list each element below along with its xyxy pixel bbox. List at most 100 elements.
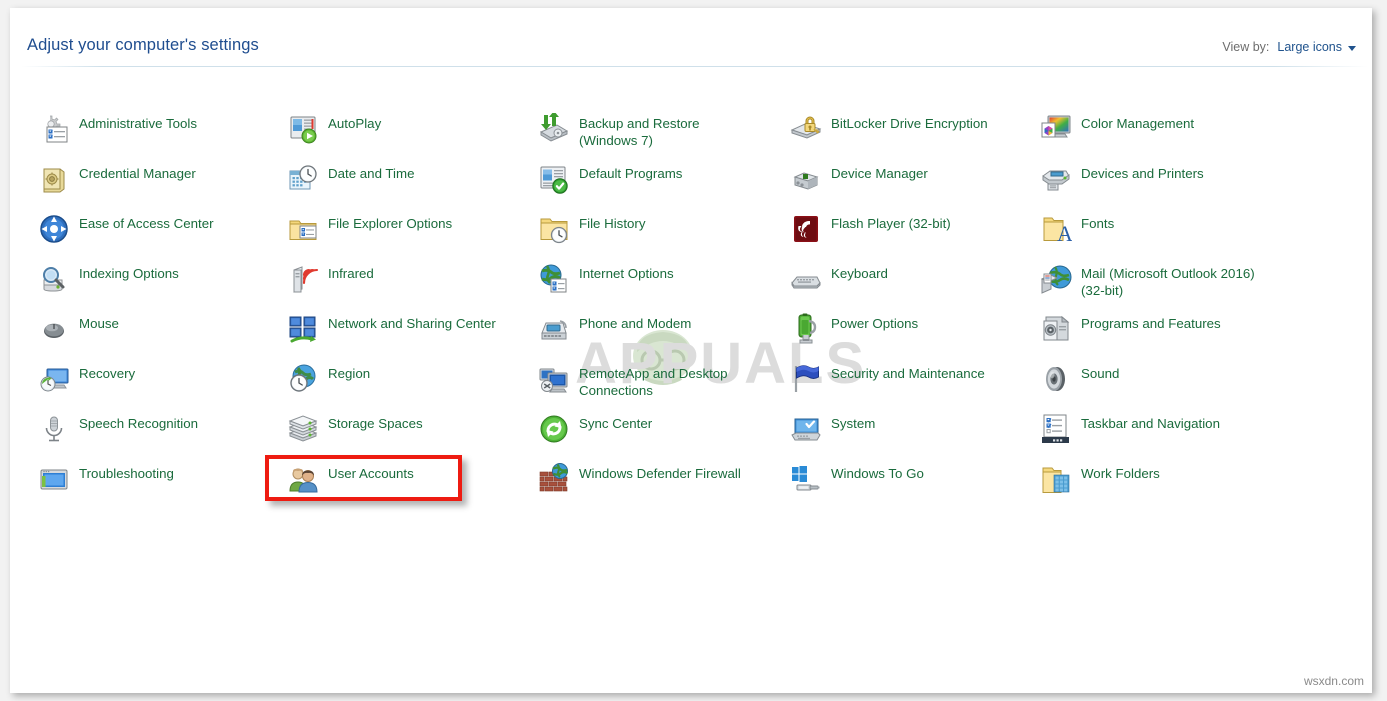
autoplay-icon [287, 113, 319, 145]
control-panel-item-label: Storage Spaces [328, 416, 423, 431]
control-panel-item-label: Network and Sharing Center [328, 316, 496, 331]
control-panel-item-credential-manager[interactable]: Credential Manager [38, 161, 196, 205]
page-title: Adjust your computer's settings [27, 36, 259, 54]
device-manager-icon [790, 163, 822, 195]
control-panel-item-work-folders[interactable]: Work Folders [1040, 461, 1160, 505]
infrared-icon [287, 263, 319, 295]
keyboard-icon [790, 263, 822, 295]
control-panel-item-network-and-sharing-center[interactable]: Network and Sharing Center [287, 311, 496, 355]
control-panel-item-troubleshooting[interactable]: Troubleshooting [38, 461, 174, 505]
backup-restore-icon [538, 113, 570, 145]
control-panel-item-label: Infrared [328, 266, 374, 281]
control-panel-item-label: File History [579, 216, 646, 231]
control-panel-header: Adjust your computer's settings View by:… [10, 8, 1372, 67]
control-panel-item-bitlocker-drive-encryption[interactable]: BitLocker Drive Encryption [790, 111, 988, 155]
color-management-icon [1040, 113, 1072, 145]
control-panel-item-label: Power Options [831, 316, 919, 331]
mouse-icon [38, 313, 70, 345]
control-panel-item-file-history[interactable]: File History [538, 211, 646, 255]
control-panel-item-taskbar-and-navigation[interactable]: Taskbar and Navigation [1040, 411, 1220, 455]
network-sharing-icon [287, 313, 319, 345]
control-panel-item-label: Color Management [1081, 116, 1195, 131]
control-panel-item-security-and-maintenance[interactable]: Security and Maintenance [790, 361, 985, 405]
site-credit: wsxdn.com [1303, 674, 1364, 688]
control-panel-item-flash-player-32-bit[interactable]: Flash Player (32-bit) [790, 211, 951, 255]
devices-printers-icon [1040, 163, 1072, 195]
control-panel-item-autoplay[interactable]: AutoPlay [287, 111, 381, 155]
control-panel-item-infrared[interactable]: Infrared [287, 261, 374, 305]
control-panel-item-device-manager[interactable]: Device Manager [790, 161, 928, 205]
control-panel-item-system[interactable]: System [790, 411, 875, 455]
control-panel-item-region[interactable]: Region [287, 361, 370, 405]
storage-spaces-icon [287, 413, 319, 445]
speech-recognition-icon [38, 413, 70, 445]
control-panel-item-programs-and-features[interactable]: Programs and Features [1040, 311, 1221, 355]
control-panel-item-label: Windows To Go [831, 466, 924, 481]
control-panel-item-label: AutoPlay [328, 116, 382, 131]
system-icon [790, 413, 822, 445]
control-panel-item-sound[interactable]: Sound [1040, 361, 1119, 405]
control-panel-item-label: Taskbar and Navigation [1081, 416, 1220, 431]
control-panel-item-sync-center[interactable]: Sync Center [538, 411, 652, 455]
control-panel-item-label: BitLocker Drive Encryption [831, 116, 988, 131]
control-panel-item-user-accounts[interactable]: User Accounts [287, 461, 414, 505]
power-options-icon [790, 313, 822, 345]
control-panel-item-ease-of-access-center[interactable]: Ease of Access Center [38, 211, 214, 255]
control-panel-item-date-and-time[interactable]: Date and Time [287, 161, 414, 205]
control-panel-item-label: Programs and Features [1081, 316, 1221, 331]
control-panel-item-remoteapp-and-desktop-connections[interactable]: RemoteApp and Desktop Connections [538, 361, 749, 405]
ease-of-access-icon [38, 213, 70, 245]
control-panel-item-mouse[interactable]: Mouse [38, 311, 119, 355]
control-panel-item-label: Troubleshooting [79, 466, 174, 481]
control-panel-item-label: Work Folders [1081, 466, 1160, 481]
view-by-control: View by: Large icons [1222, 40, 1356, 54]
region-icon [287, 363, 319, 395]
control-panel-item-label: Speech Recognition [79, 416, 199, 431]
control-panel-item-label: Mail (Microsoft Outlook 2016) (32-bit) [1081, 266, 1255, 298]
control-panel-item-devices-and-printers[interactable]: Devices and Printers [1040, 161, 1204, 205]
control-panel-item-label: RemoteApp and Desktop Connections [579, 366, 728, 398]
control-panel-item-administrative-tools[interactable]: Administrative Tools [38, 111, 197, 155]
control-panel-item-label: Flash Player (32-bit) [831, 216, 951, 231]
taskbar-navigation-icon [1040, 413, 1072, 445]
control-panel-item-label: Recovery [79, 366, 136, 381]
control-panel-item-power-options[interactable]: Power Options [790, 311, 918, 355]
control-panel-item-windows-to-go[interactable]: Windows To Go [790, 461, 924, 505]
sound-icon [1040, 363, 1072, 395]
default-programs-icon [538, 163, 570, 195]
control-panel-item-label: Backup and Restore (Windows 7) [579, 116, 700, 148]
control-panel-item-label: Phone and Modem [579, 316, 692, 331]
control-panel-item-label: Region [328, 366, 371, 381]
control-panel-window: Adjust your computer's settings View by:… [10, 8, 1372, 693]
credential-manager-icon [38, 163, 70, 195]
control-panel-item-mail-microsoft-outlook-2016-32-bit[interactable]: Mail (Microsoft Outlook 2016) (32-bit) [1040, 261, 1261, 305]
control-panel-item-color-management[interactable]: Color Management [1040, 111, 1194, 155]
bitlocker-icon [790, 113, 822, 145]
recovery-icon [38, 363, 70, 395]
control-panel-item-default-programs[interactable]: Default Programs [538, 161, 682, 205]
control-panel-item-keyboard[interactable]: Keyboard [790, 261, 888, 305]
view-by-label: View by: [1222, 40, 1270, 54]
control-panel-item-label: Security and Maintenance [831, 366, 985, 381]
control-panel-item-phone-and-modem[interactable]: Phone and Modem [538, 311, 691, 355]
control-panel-item-storage-spaces[interactable]: Storage Spaces [287, 411, 423, 455]
fonts-icon: A [1040, 213, 1072, 245]
control-panel-item-recovery[interactable]: Recovery [38, 361, 135, 405]
phone-and-modem-icon [538, 313, 570, 345]
control-panel-item-label: Indexing Options [79, 266, 179, 281]
security-maintenance-icon [790, 363, 822, 395]
defender-firewall-icon [538, 463, 570, 495]
programs-features-icon [1040, 313, 1072, 345]
control-panel-item-file-explorer-options[interactable]: File Explorer Options [287, 211, 452, 255]
control-panel-item-label: Fonts [1081, 216, 1115, 231]
indexing-options-icon [38, 263, 70, 295]
windows-to-go-icon [790, 463, 822, 495]
control-panel-item-indexing-options[interactable]: Indexing Options [38, 261, 179, 305]
view-by-dropdown[interactable]: Large icons [1277, 40, 1356, 54]
control-panel-item-backup-and-restore-windows-7[interactable]: Backup and Restore (Windows 7) [538, 111, 749, 155]
control-panel-item-windows-defender-firewall[interactable]: Windows Defender Firewall [538, 461, 741, 505]
control-panel-item-internet-options[interactable]: Internet Options [538, 261, 674, 305]
control-panel-item-speech-recognition[interactable]: Speech Recognition [38, 411, 198, 455]
control-panel-item-label: Mouse [79, 316, 119, 331]
control-panel-item-fonts[interactable]: A Fonts [1040, 211, 1114, 255]
